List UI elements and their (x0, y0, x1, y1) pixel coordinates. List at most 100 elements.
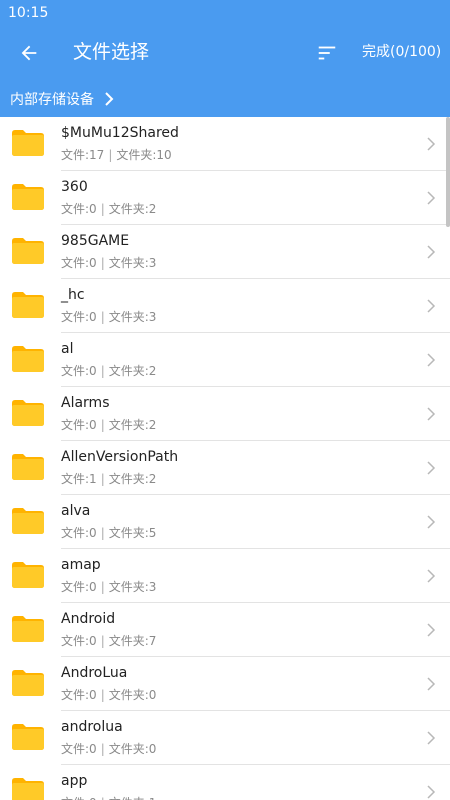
status-bar: 10:15 (0, 0, 450, 26)
folder-name: _hc (61, 287, 85, 303)
folder-count: 文件夹:7 (108, 634, 157, 648)
file-list-item[interactable]: 360 文件:0 | 文件夹:2 (0, 171, 450, 225)
folder-meta: 文件:0 | 文件夹:2 (61, 418, 157, 432)
folder-count: 文件夹:0 (108, 742, 157, 756)
folder-name: amap (61, 557, 101, 573)
folder-meta: 文件:0 | 文件夹:2 (61, 364, 157, 378)
file-list-item[interactable]: Android 文件:0 | 文件夹:7 (0, 603, 450, 657)
folder-meta: 文件:0 | 文件夹:0 (61, 742, 157, 756)
sort-icon (318, 46, 336, 60)
chevron-right-icon (427, 677, 436, 691)
chevron-right-icon (427, 461, 436, 475)
chevron-right-icon (427, 407, 436, 421)
folder-icon (12, 184, 44, 210)
folder-name: alva (61, 503, 91, 519)
file-list-item[interactable]: Alarms 文件:0 | 文件夹:2 (0, 387, 450, 441)
chevron-right-icon (427, 299, 436, 313)
breadcrumb[interactable]: 内部存储设备 (0, 80, 450, 117)
folder-icon (12, 292, 44, 318)
chevron-right-icon (427, 353, 436, 367)
page-title: 文件选择 (73, 41, 150, 63)
folder-meta: 文件:1 | 文件夹:2 (61, 472, 157, 486)
folder-meta: 文件:0|文件夹:1 (61, 795, 156, 800)
file-count: 文件:17 (61, 148, 105, 162)
folder-count: 文件夹:10 (116, 148, 172, 162)
file-count: 文件:0 (61, 202, 97, 216)
folder-count: 文件夹:3 (108, 580, 157, 594)
folder-count: 文件夹:2 (108, 364, 157, 378)
file-list-item[interactable]: amap 文件:0 | 文件夹:3 (0, 549, 450, 603)
file-count: 文件:0 (61, 364, 97, 378)
file-count: 文件:0 (61, 688, 97, 702)
folder-count: 文件夹:2 (108, 472, 157, 486)
folder-name: Android (61, 611, 116, 627)
chevron-right-icon (427, 191, 436, 205)
breadcrumb-label: 内部存储设备 (10, 91, 94, 108)
folder-meta: 文件:0 | 文件夹:3 (61, 256, 157, 270)
folder-meta: 文件:0 | 文件夹:2 (61, 202, 157, 216)
folder-meta: 文件:17 | 文件夹:10 (61, 148, 172, 162)
folder-icon (12, 238, 44, 264)
folder-name: AndroLua (61, 665, 128, 681)
file-list-item[interactable]: 985GAME 文件:0 | 文件夹:3 (0, 225, 450, 279)
chevron-right-icon (427, 569, 436, 583)
folder-name: Alarms (61, 395, 110, 411)
sort-button[interactable] (312, 38, 342, 68)
file-count: 文件:0 (61, 796, 97, 800)
arrow-left-icon (21, 45, 37, 61)
file-count: 文件:0 (61, 580, 97, 594)
folder-name: androlua (61, 719, 123, 735)
back-button[interactable] (14, 38, 44, 68)
status-time: 10:15 (8, 5, 49, 21)
folder-name: app (61, 773, 88, 789)
folder-icon (12, 616, 44, 642)
folder-icon (12, 778, 44, 800)
file-list-item[interactable]: _hc 文件:0 | 文件夹:3 (0, 279, 450, 333)
chevron-right-icon (427, 731, 436, 745)
folder-icon (12, 454, 44, 480)
file-count: 文件:0 (61, 256, 97, 270)
file-count: 文件:0 (61, 310, 97, 324)
folder-name: al (61, 341, 74, 357)
file-count: 文件:0 (61, 742, 97, 756)
folder-icon (12, 670, 44, 696)
folder-meta: 文件:0 | 文件夹:7 (61, 634, 157, 648)
folder-icon (12, 400, 44, 426)
done-button[interactable]: 完成(0/100) (362, 42, 441, 62)
file-list-item[interactable]: AndroLua 文件:0 | 文件夹:0 (0, 657, 450, 711)
folder-meta: 文件:0 | 文件夹:0 (61, 688, 157, 702)
file-list-item[interactable]: app 文件:0|文件夹:1 (0, 765, 450, 800)
file-list-item[interactable]: $MuMu12Shared 文件:17 | 文件夹:10 (0, 117, 450, 171)
folder-count: 文件夹:5 (108, 526, 157, 540)
folder-count: 文件夹:2 (108, 202, 157, 216)
folder-count: 文件夹:1 (109, 796, 157, 800)
chevron-right-icon (427, 245, 436, 259)
chevron-right-icon (104, 91, 114, 106)
app-bar: 文件选择 完成(0/100) (0, 26, 450, 80)
folder-name: AllenVersionPath (61, 449, 179, 465)
folder-meta: 文件:0 | 文件夹:3 (61, 580, 157, 594)
file-count: 文件:0 (61, 418, 97, 432)
folder-count: 文件夹:3 (108, 256, 157, 270)
folder-name: 360 (61, 179, 88, 195)
file-list-item[interactable]: androlua 文件:0 | 文件夹:0 (0, 711, 450, 765)
folder-icon (12, 562, 44, 588)
chevron-right-icon (427, 515, 436, 529)
file-count: 文件:1 (61, 472, 97, 486)
file-list-item[interactable]: al 文件:0 | 文件夹:2 (0, 333, 450, 387)
folder-icon (12, 724, 44, 750)
scrollbar-thumb[interactable] (446, 117, 450, 227)
file-list[interactable]: $MuMu12Shared 文件:17 | 文件夹:10 360 文件:0 | 文件夹:… (0, 117, 450, 800)
folder-icon (12, 508, 44, 534)
file-count: 文件:0 (61, 526, 97, 540)
folder-count: 文件夹:3 (108, 310, 157, 324)
folder-name: $MuMu12Shared (61, 125, 179, 141)
chevron-right-icon (427, 785, 436, 799)
file-list-item[interactable]: alva 文件:0 | 文件夹:5 (0, 495, 450, 549)
folder-count: 文件夹:0 (108, 688, 157, 702)
file-list-item[interactable]: AllenVersionPath 文件:1 | 文件夹:2 (0, 441, 450, 495)
file-count: 文件:0 (61, 634, 97, 648)
folder-count: 文件夹:2 (108, 418, 157, 432)
folder-meta: 文件:0 | 文件夹:3 (61, 310, 157, 324)
folder-icon (12, 346, 44, 372)
